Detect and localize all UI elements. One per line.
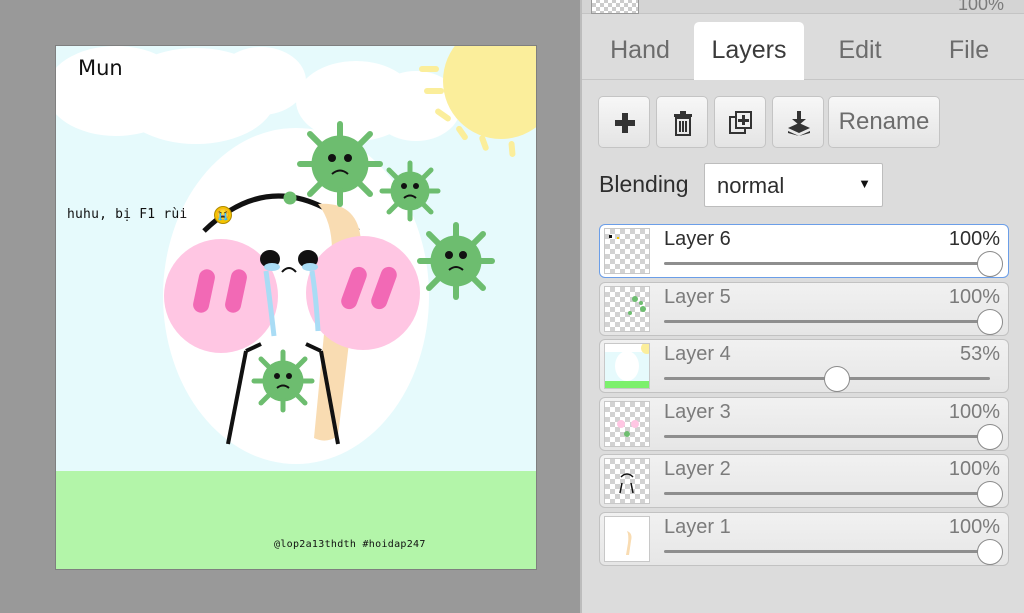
opacity-slider-handle[interactable]: [977, 539, 1003, 565]
opacity-slider-track[interactable]: [664, 550, 990, 553]
opacity-slider-handle[interactable]: [977, 481, 1003, 507]
tab-file[interactable]: File: [922, 22, 1016, 80]
opacity-slider-track[interactable]: [664, 492, 990, 495]
blending-label: Blending: [599, 171, 689, 197]
opacity-slider-handle[interactable]: [977, 251, 1003, 277]
layer-thumbnail: [604, 458, 650, 504]
crying-emoji-icon: 😭: [214, 206, 232, 224]
layer-name: Layer 2: [664, 458, 731, 480]
layer-opacity-value: 100%: [948, 401, 1000, 423]
canvas-workspace[interactable]: Mun huhu, bị F1 rùi 😭 @lop2a13thdth #hoi…: [0, 0, 580, 613]
artwork-title-text: Mun: [78, 56, 123, 80]
top-layer-opacity: 100%: [957, 0, 1004, 14]
opacity-slider-handle[interactable]: [977, 424, 1003, 450]
tab-edit[interactable]: Edit: [812, 22, 908, 80]
artwork-credits-text: @lop2a13thdth #hoidap247: [274, 539, 426, 550]
artwork-illustration: [56, 46, 536, 569]
layer-row[interactable]: Layer 6 100%: [599, 224, 1009, 278]
layer-opacity-value: 100%: [948, 228, 1000, 250]
layer-thumbnail: [604, 343, 650, 389]
layer-row[interactable]: Layer 1 100%: [599, 512, 1009, 566]
top-layer-thumbnail[interactable]: [591, 0, 639, 14]
blending-mode-select[interactable]: normal ▼: [704, 163, 883, 207]
opacity-slider-track[interactable]: [664, 262, 990, 265]
layer-name: Layer 1: [664, 516, 731, 538]
plus-icon: [615, 113, 635, 133]
artwork-caption-text: huhu, bị F1 rùi: [67, 207, 188, 222]
layer-thumbnail: [604, 401, 650, 447]
blending-mode-value: normal: [717, 173, 785, 198]
layers-panel: 100% Hand Layers Edit File Rename Blendi…: [580, 0, 1024, 613]
opacity-slider-track[interactable]: [664, 320, 990, 323]
layer-opacity-value: 53%: [959, 343, 1000, 365]
layer-opacity-value: 100%: [948, 516, 1000, 538]
panel-tabs: Hand Layers Edit File: [582, 20, 1024, 80]
layer-name: Layer 6: [664, 228, 731, 250]
layer-name: Layer 3: [664, 401, 731, 423]
rename-layer-button[interactable]: Rename: [828, 96, 940, 148]
layer-thumbnail: [604, 286, 650, 332]
layer-thumbnail: [604, 228, 650, 274]
trash-icon: [674, 111, 692, 136]
merge-down-button[interactable]: [772, 96, 824, 148]
layer-thumbnail: [604, 516, 650, 562]
layer-row[interactable]: Layer 3 100%: [599, 397, 1009, 451]
drawing-canvas[interactable]: Mun huhu, bị F1 rùi 😭 @lop2a13thdth #hoi…: [55, 45, 537, 570]
layer-row[interactable]: Layer 2 100%: [599, 454, 1009, 508]
layer-opacity-value: 100%: [948, 458, 1000, 480]
opacity-slider-track[interactable]: [664, 435, 990, 438]
add-layer-button[interactable]: [598, 96, 650, 148]
delete-layer-button[interactable]: [656, 96, 708, 148]
duplicate-icon: [729, 111, 752, 134]
top-layer-strip: 100%: [582, 0, 1024, 14]
layer-opacity-value: 100%: [948, 286, 1000, 308]
tab-hand[interactable]: Hand: [594, 22, 686, 80]
layer-name: Layer 4: [664, 343, 731, 365]
duplicate-layer-button[interactable]: [714, 96, 766, 148]
layer-name: Layer 5: [664, 286, 731, 308]
layer-row[interactable]: Layer 5 100%: [599, 282, 1009, 336]
merge-down-icon: [788, 111, 810, 136]
opacity-slider-handle[interactable]: [977, 309, 1003, 335]
dropdown-arrow-icon: ▼: [858, 176, 871, 191]
opacity-slider-handle[interactable]: [823, 366, 850, 392]
tab-layers[interactable]: Layers: [694, 22, 804, 80]
layer-row[interactable]: Layer 4 53%: [599, 339, 1009, 393]
